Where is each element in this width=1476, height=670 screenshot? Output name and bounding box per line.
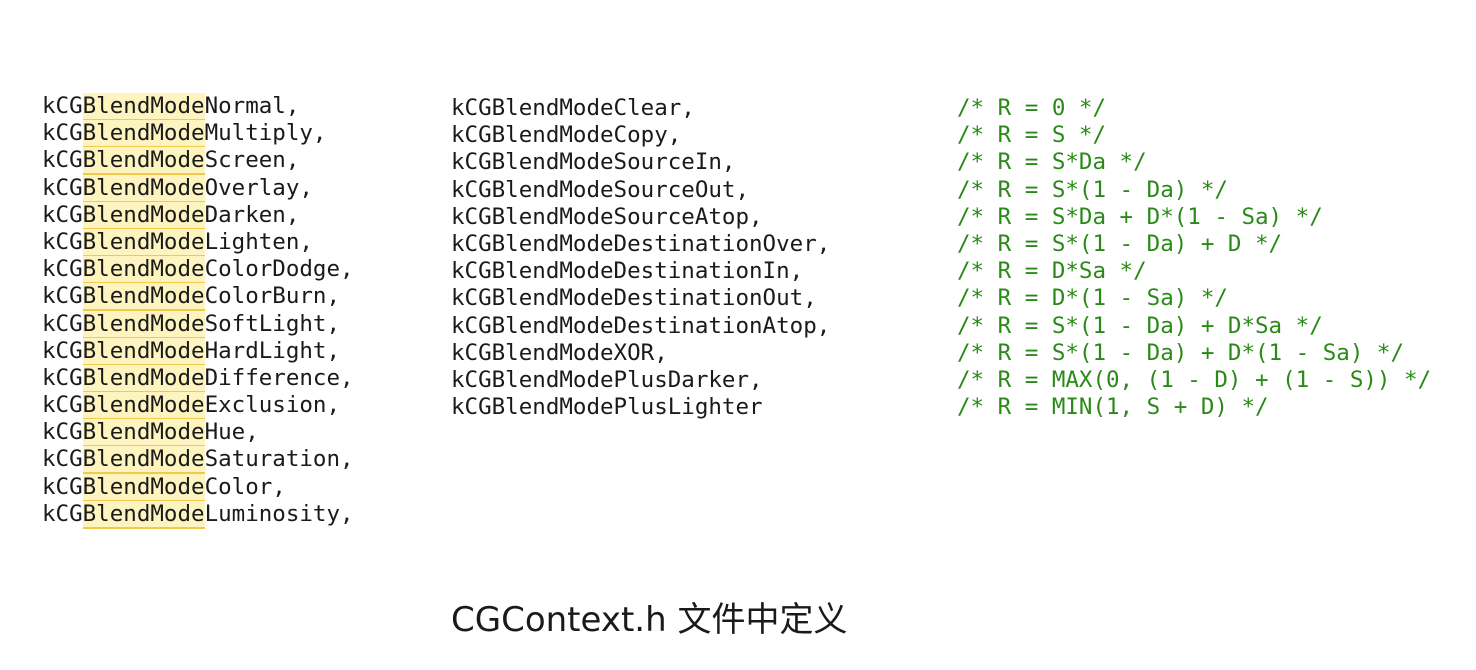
blend-mode-constant: kCGBlendModeDestinationOver, bbox=[451, 230, 831, 257]
formula-comment: /* R = S*Da + D*(1 - Sa) */ bbox=[957, 203, 1323, 230]
blend-mode-line: kCGBlendModeExclusion, bbox=[42, 392, 354, 421]
blend-mode-prefix: kCG bbox=[42, 120, 83, 147]
blend-mode-constant: kCGBlendModeCopy, bbox=[451, 122, 682, 149]
blend-mode-line: kCGBlendModeLighten, bbox=[42, 228, 354, 257]
blend-mode-suffix: SoftLight, bbox=[204, 310, 341, 337]
blend-mode-suffix: ColorDodge, bbox=[204, 256, 354, 283]
formula-comment: /* R = S*(1 - Da) + D */ bbox=[957, 230, 1283, 257]
blend-mode-constant: kCGBlendModeDestinationOut, bbox=[451, 285, 817, 312]
blend-mode-prefix: kCG bbox=[42, 364, 83, 391]
blend-mode-list-highlighted: kCGBlendModeNormal, kCGBlendModeMultiply,… bbox=[42, 93, 354, 529]
blend-mode-suffix: Normal, bbox=[204, 93, 300, 119]
blend-mode-prefix: kCG bbox=[42, 283, 83, 310]
formula-comment: /* R = S*Da */ bbox=[957, 149, 1147, 176]
formula-comment: /* R = S */ bbox=[957, 122, 1107, 149]
blend-mode-constant: kCGBlendModeSourceAtop, bbox=[451, 203, 763, 230]
figure-caption: CGContext.h 文件中定义 bbox=[451, 600, 848, 640]
blend-mode-formula-comments: /* R = 0 *//* R = S *//* R = S*Da *//* R… bbox=[957, 95, 1431, 421]
blend-mode-line: kCGBlendModeNormal, bbox=[42, 93, 354, 121]
blend-mode-prefix: kCG bbox=[42, 392, 83, 419]
blend-mode-line: kCGBlendModeSoftLight, bbox=[42, 310, 354, 339]
blend-mode-suffix: Hue, bbox=[204, 419, 259, 446]
blend-mode-highlight: BlendMode bbox=[82, 120, 205, 149]
blend-mode-highlight: BlendMode bbox=[82, 147, 205, 176]
blend-mode-line: kCGBlendModeLuminosity, bbox=[42, 500, 354, 529]
blend-mode-suffix: ColorBurn, bbox=[204, 283, 341, 310]
formula-comment: /* R = S*(1 - Da) */ bbox=[957, 176, 1228, 203]
blend-mode-prefix: kCG bbox=[42, 256, 83, 283]
blend-mode-prefix: kCG bbox=[42, 446, 83, 473]
formula-comment: /* R = 0 */ bbox=[957, 95, 1107, 121]
blend-mode-highlight: BlendMode bbox=[82, 419, 205, 448]
formula-comment: /* R = D*Sa */ bbox=[957, 258, 1147, 285]
blend-mode-suffix: Lighten, bbox=[204, 228, 313, 255]
blend-mode-prefix: kCG bbox=[42, 228, 83, 255]
blend-mode-suffix: Saturation, bbox=[204, 446, 354, 473]
blend-mode-highlight: BlendMode bbox=[82, 364, 205, 393]
blend-mode-line: kCGBlendModeDifference, bbox=[42, 364, 354, 393]
blend-mode-prefix: kCG bbox=[42, 93, 83, 119]
blend-mode-highlight: BlendMode bbox=[82, 473, 205, 502]
blend-mode-highlight: BlendMode bbox=[82, 337, 205, 366]
blend-mode-suffix: Darken, bbox=[204, 201, 300, 228]
blend-mode-constant: kCGBlendModeClear, bbox=[451, 95, 695, 121]
formula-comment: /* R = S*(1 - Da) + D*(1 - Sa) */ bbox=[957, 339, 1405, 366]
blend-mode-line: kCGBlendModeSaturation, bbox=[42, 446, 354, 475]
blend-mode-suffix: HardLight, bbox=[204, 337, 341, 364]
blend-mode-highlight: BlendMode bbox=[82, 283, 205, 312]
blend-mode-highlight: BlendMode bbox=[82, 256, 205, 285]
blend-mode-prefix: kCG bbox=[42, 147, 83, 174]
blend-mode-constant: kCGBlendModePlusLighter bbox=[451, 394, 763, 421]
blend-mode-prefix: kCG bbox=[42, 473, 83, 500]
blend-mode-suffix: Luminosity, bbox=[204, 500, 354, 527]
blend-mode-line: kCGBlendModeColorBurn, bbox=[42, 283, 354, 312]
formula-comment: /* R = MIN(1, S + D) */ bbox=[957, 394, 1269, 421]
blend-mode-highlight: BlendMode bbox=[82, 174, 205, 203]
blend-mode-line: kCGBlendModeMultiply, bbox=[42, 120, 354, 149]
blend-mode-constant: kCGBlendModeDestinationIn, bbox=[451, 258, 804, 285]
formula-comment: /* R = D*(1 - Sa) */ bbox=[957, 285, 1228, 312]
blend-mode-line: kCGBlendModeHardLight, bbox=[42, 337, 354, 366]
blend-mode-suffix: Overlay, bbox=[204, 174, 313, 201]
blend-mode-line: kCGBlendModeColorDodge, bbox=[42, 256, 354, 285]
blend-mode-prefix: kCG bbox=[42, 419, 83, 446]
blend-mode-prefix: kCG bbox=[42, 201, 83, 228]
blend-mode-highlight: BlendMode bbox=[82, 228, 205, 257]
formula-comment: /* R = S*(1 - Da) + D*Sa */ bbox=[957, 312, 1323, 339]
blend-mode-constant: kCGBlendModeXOR, bbox=[451, 339, 668, 366]
blend-mode-highlight: BlendMode bbox=[82, 392, 205, 421]
blend-mode-highlight: BlendMode bbox=[82, 201, 205, 230]
blend-mode-prefix: kCG bbox=[42, 500, 83, 527]
blend-mode-constant: kCGBlendModePlusDarker, bbox=[451, 366, 763, 393]
blend-mode-constant: kCGBlendModeSourceOut, bbox=[451, 176, 750, 203]
blend-mode-suffix: Color, bbox=[204, 473, 286, 500]
blend-mode-suffix: Screen, bbox=[204, 147, 300, 174]
blend-mode-highlight: BlendMode bbox=[82, 500, 205, 529]
blend-mode-suffix: Difference, bbox=[204, 364, 354, 391]
blend-mode-line: kCGBlendModeHue, bbox=[42, 419, 354, 448]
blend-mode-suffix: Multiply, bbox=[204, 120, 327, 147]
formula-comment: /* R = MAX(0, (1 - D) + (1 - S)) */ bbox=[957, 366, 1432, 393]
blend-mode-suffix: Exclusion, bbox=[204, 392, 341, 419]
blend-mode-prefix: kCG bbox=[42, 337, 83, 364]
blend-mode-highlight: BlendMode bbox=[82, 93, 205, 121]
blend-mode-highlight: BlendMode bbox=[82, 446, 205, 475]
blend-mode-constant: kCGBlendModeDestinationAtop, bbox=[451, 312, 831, 339]
blend-mode-constant: kCGBlendModeSourceIn, bbox=[451, 149, 736, 176]
blend-mode-list-porter-duff: kCGBlendModeClear, kCGBlendModeCopy, kCGBl… bbox=[451, 95, 830, 421]
blend-mode-line: kCGBlendModeScreen, bbox=[42, 147, 354, 176]
blend-mode-prefix: kCG bbox=[42, 174, 83, 201]
blend-mode-line: kCGBlendModeColor, bbox=[42, 473, 354, 502]
blend-mode-line: kCGBlendModeOverlay, bbox=[42, 174, 354, 203]
blend-mode-highlight: BlendMode bbox=[82, 310, 205, 339]
blend-mode-prefix: kCG bbox=[42, 310, 83, 337]
blend-mode-line: kCGBlendModeDarken, bbox=[42, 201, 354, 230]
